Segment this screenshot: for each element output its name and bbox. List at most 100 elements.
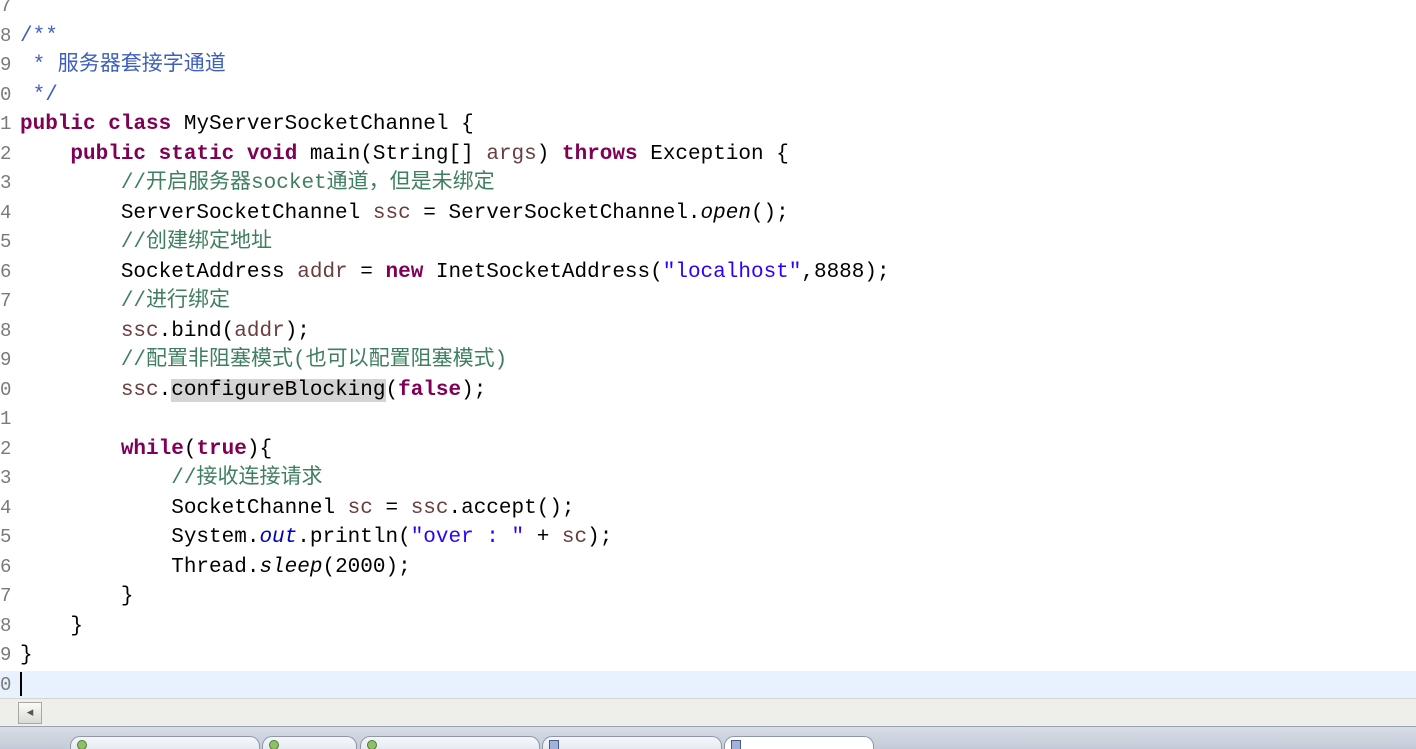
code-editor[interactable]: 7 8/** 9 * 服务器套接字通道 0 */1 public class MySer…: [0, 0, 1416, 698]
code-line[interactable]: 0 */: [0, 81, 1416, 111]
code-token: true: [196, 437, 247, 461]
line-number: 7: [0, 585, 12, 607]
code-text: //创建绑定地址: [20, 228, 272, 258]
code-token: =: [347, 260, 386, 284]
editor-tab[interactable]: [262, 736, 357, 749]
code-text: while(true){: [20, 435, 272, 465]
editor-tab[interactable]: [360, 736, 540, 749]
code-line[interactable]: 8 ssc.bind(addr);: [0, 317, 1416, 347]
code-line[interactable]: 7: [0, 0, 1416, 22]
code-token: SocketChannel: [20, 496, 348, 520]
code-token: );: [587, 526, 613, 549]
line-number: 5: [0, 231, 12, 253]
code-token: "localhost": [662, 260, 802, 284]
code-token: .accept();: [448, 496, 575, 520]
code-token: InetSocketAddress(: [423, 260, 663, 284]
code-line[interactable]: 1: [0, 405, 1416, 435]
code-text: }: [20, 582, 134, 612]
code-token: ssc: [410, 496, 449, 520]
code-line[interactable]: 3 //开启服务器socket通道，但是未绑定: [0, 169, 1416, 199]
code-token: sc: [347, 496, 373, 520]
code-line[interactable]: 7 }: [0, 582, 1416, 612]
code-token: );: [461, 378, 487, 402]
code-text: public class MyServerSocketChannel {: [20, 110, 474, 140]
code-token: ){: [246, 437, 273, 461]
code-token: //配置非阻塞模式(也可以配置阻塞模式): [120, 349, 508, 372]
code-token: sleep: [259, 555, 323, 579]
code-token: throws: [561, 142, 638, 166]
code-token: while: [120, 437, 184, 461]
scroll-left-icon[interactable]: ◂: [18, 702, 42, 724]
line-number: 2: [0, 142, 12, 165]
code-line[interactable]: 0 ssc.configureBlocking(false);: [0, 376, 1416, 406]
code-token: /**: [20, 24, 58, 48]
code-line-current[interactable]: 0: [0, 670, 1416, 698]
code-token: sc: [561, 526, 588, 549]
code-token: void: [246, 142, 298, 166]
code-line[interactable]: 2 public static void main(String[] args)…: [0, 140, 1416, 170]
line-number: 7: [0, 290, 12, 312]
code-line[interactable]: 5 System.out.println("over : " + sc);: [0, 523, 1416, 553]
text-caret: [20, 671, 22, 696]
code-token: Exception {: [637, 142, 789, 166]
code-token: new: [385, 260, 424, 284]
code-token: +: [524, 526, 562, 549]
code-token: .: [158, 378, 172, 402]
code-text: //配置非阻塞模式(也可以配置阻塞模式): [20, 346, 507, 376]
code-line[interactable]: 4 SocketChannel sc = ssc.accept();: [0, 494, 1416, 524]
code-line[interactable]: 9}: [0, 641, 1416, 671]
code-line[interactable]: 9 * 服务器套接字通道: [0, 51, 1416, 81]
code-token: =: [372, 496, 411, 520]
code-token: (2000);: [322, 555, 411, 579]
line-number: 0: [0, 83, 12, 106]
code-line[interactable]: 9 //配置非阻塞模式(也可以配置阻塞模式): [0, 346, 1416, 376]
code-token: public: [20, 113, 96, 136]
horizontal-scrollbar[interactable]: ◂: [0, 698, 1416, 727]
code-text: ssc.configureBlocking(false);: [20, 376, 486, 406]
editor-tab-strip: [0, 726, 1416, 749]
code-token: * 服务器套接字通道: [20, 54, 226, 77]
line-number: 5: [0, 526, 12, 548]
code-token: false: [398, 378, 462, 402]
code-line[interactable]: 3 //接收连接请求: [0, 464, 1416, 494]
code-text: //接收连接请求: [20, 464, 322, 494]
code-line[interactable]: 4 ServerSocketChannel ssc = ServerSocket…: [0, 199, 1416, 229]
line-number: 9: [0, 54, 12, 76]
code-token: configureBlocking: [171, 378, 386, 402]
line-number: 9: [0, 644, 12, 666]
code-token: .bind(: [158, 319, 235, 343]
line-number: 0: [0, 378, 12, 401]
code-line[interactable]: 6 Thread.sleep(2000);: [0, 553, 1416, 583]
line-number: 4: [0, 496, 12, 519]
code-line[interactable]: 5 //创建绑定地址: [0, 228, 1416, 258]
code-text: //进行绑定: [20, 287, 230, 317]
line-number: 7: [0, 0, 12, 17]
code-line[interactable]: 2 while(true){: [0, 435, 1416, 465]
code-line[interactable]: 8 }: [0, 612, 1416, 642]
editor-tab-active[interactable]: [724, 736, 874, 749]
line-number: 1: [0, 408, 12, 430]
line-number: 4: [0, 201, 12, 224]
code-line[interactable]: 6 SocketAddress addr = new InetSocketAdd…: [0, 258, 1416, 288]
editor-tab[interactable]: [542, 736, 722, 749]
code-token: //开启服务器socket通道，但是未绑定: [120, 172, 495, 195]
editor-tab[interactable]: [70, 736, 260, 749]
code-line[interactable]: 8 /**: [0, 22, 1416, 52]
code-token: ssc: [120, 319, 159, 343]
code-token: = ServerSocketChannel.: [410, 201, 701, 225]
code-token: SocketAddress: [20, 260, 298, 284]
code-token: //进行绑定: [120, 290, 231, 313]
line-number: 8: [0, 24, 12, 47]
line-number: 6: [0, 260, 12, 283]
code-line[interactable]: 7 //进行绑定: [0, 287, 1416, 317]
code-line[interactable]: 1 public class MyServerSocketChannel {: [0, 110, 1416, 140]
code-text: */: [20, 81, 58, 111]
